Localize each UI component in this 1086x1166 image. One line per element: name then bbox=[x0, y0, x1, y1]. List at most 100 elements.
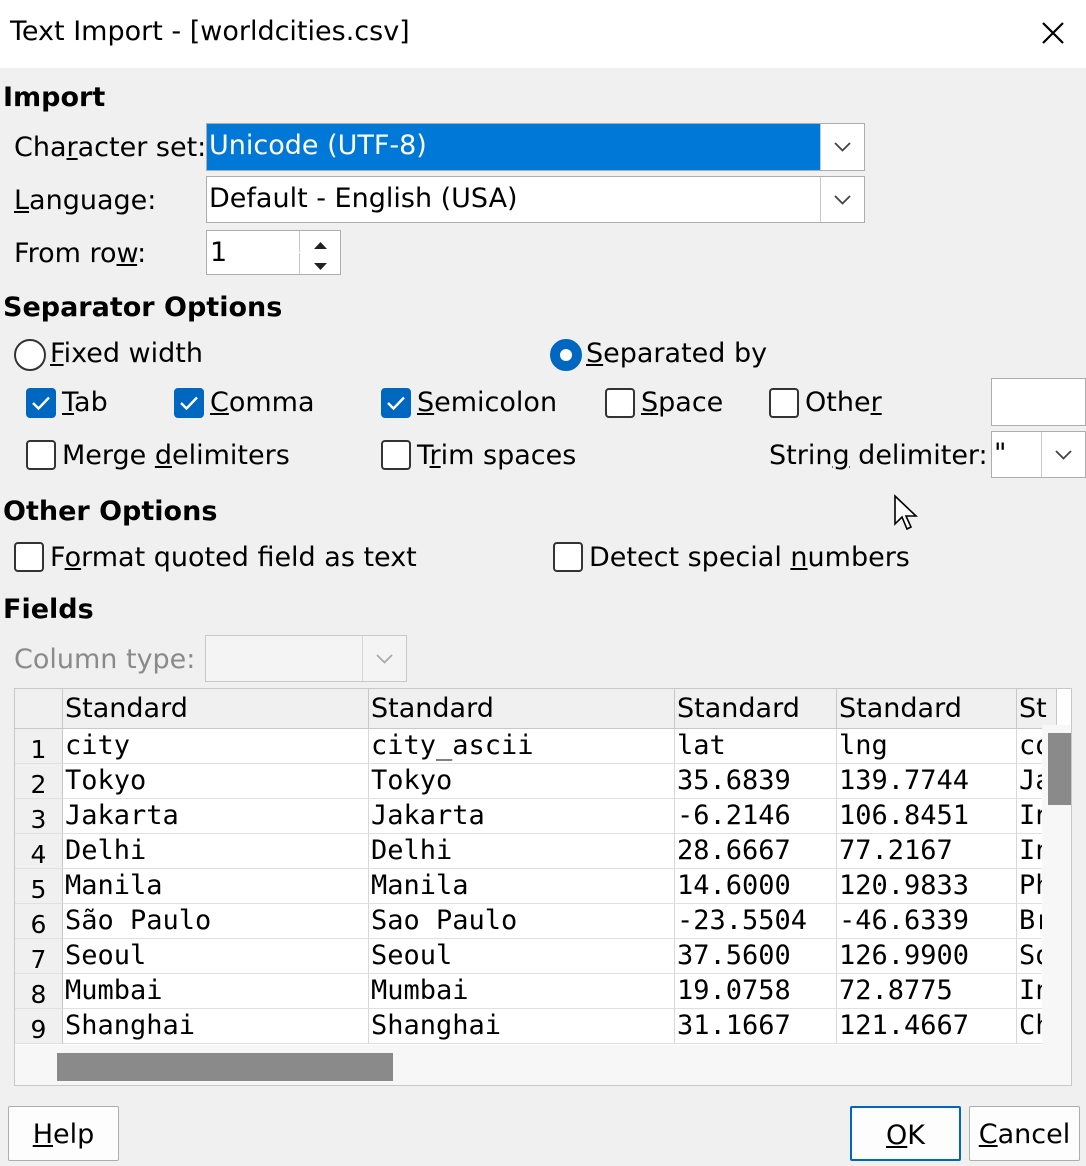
language-label: Language: bbox=[14, 185, 157, 216]
column-type-dropdown[interactable] bbox=[205, 635, 407, 682]
other-input[interactable] bbox=[991, 378, 1086, 426]
grid-cell[interactable]: 35.6839 bbox=[675, 764, 837, 799]
separated-by-radio[interactable] bbox=[550, 339, 582, 371]
grid-cell[interactable]: Seoul bbox=[369, 939, 675, 974]
grid-cell[interactable]: 14.6000 bbox=[675, 869, 837, 904]
language-value: Default - English (USA) bbox=[209, 183, 518, 214]
trim-spaces-label[interactable]: Trim spaces bbox=[417, 440, 576, 471]
grid-cell[interactable]: Mumbai bbox=[63, 974, 369, 1009]
grid-cell[interactable]: city bbox=[63, 729, 369, 764]
row-number: 2 bbox=[15, 764, 63, 799]
other-label[interactable]: Other bbox=[805, 387, 882, 418]
grid-cell[interactable]: Manila bbox=[369, 869, 675, 904]
tab-checkbox[interactable] bbox=[26, 388, 56, 418]
vertical-scroll-thumb[interactable] bbox=[1048, 733, 1071, 805]
horizontal-scroll-thumb[interactable] bbox=[57, 1053, 393, 1081]
vertical-scrollbar[interactable] bbox=[1042, 725, 1071, 1045]
string-delimiter-dropdown-button[interactable] bbox=[1041, 432, 1085, 477]
language-dropdown-button[interactable] bbox=[820, 177, 864, 222]
other-checkbox[interactable] bbox=[769, 388, 799, 418]
grid-cell[interactable]: Jakarta bbox=[369, 799, 675, 834]
merge-delimiters-checkbox[interactable] bbox=[26, 440, 56, 470]
string-delimiter-dropdown[interactable]: " bbox=[991, 431, 1086, 478]
ok-button[interactable]: OK bbox=[850, 1106, 961, 1161]
grid-cell[interactable]: 77.2167 bbox=[837, 834, 1017, 869]
string-delimiter-value: " bbox=[994, 438, 1007, 469]
format-quoted-checkbox[interactable] bbox=[14, 542, 44, 572]
column-header[interactable]: Standard bbox=[369, 689, 675, 729]
grid-cell[interactable]: 19.0758 bbox=[675, 974, 837, 1009]
charset-dropdown[interactable]: Unicode (UTF-8) bbox=[206, 123, 865, 171]
column-header[interactable]: Standard bbox=[63, 689, 369, 729]
checkmark-icon bbox=[387, 396, 405, 411]
column-type-label: Column type: bbox=[14, 644, 196, 675]
grid-cell[interactable]: 72.8775 bbox=[837, 974, 1017, 1009]
grid-cell[interactable]: lng bbox=[837, 729, 1017, 764]
horizontal-scrollbar[interactable] bbox=[15, 1045, 1071, 1085]
grid-cell[interactable]: Tokyo bbox=[63, 764, 369, 799]
data-preview-grid[interactable]: Standard Standard Standard Standard St 1 city c… bbox=[14, 688, 1072, 1086]
grid-cell[interactable]: Seoul bbox=[63, 939, 369, 974]
semicolon-checkbox[interactable] bbox=[381, 388, 411, 418]
grid-cell[interactable]: lat bbox=[675, 729, 837, 764]
grid-cell[interactable]: 106.8451 bbox=[837, 799, 1017, 834]
grid-cell[interactable]: 121.4667 bbox=[837, 1009, 1017, 1044]
language-dropdown[interactable]: Default - English (USA) bbox=[206, 176, 865, 223]
fromrow-spinner[interactable]: 1 bbox=[206, 230, 341, 275]
grid-cell[interactable]: 37.5600 bbox=[675, 939, 837, 974]
grid-cell[interactable]: Jakarta bbox=[63, 799, 369, 834]
charset-dropdown-button[interactable] bbox=[820, 124, 864, 170]
import-heading: Import bbox=[3, 82, 106, 113]
grid-cell[interactable]: -6.2146 bbox=[675, 799, 837, 834]
grid-cell[interactable]: Shanghai bbox=[369, 1009, 675, 1044]
detect-special-label[interactable]: Detect special numbers bbox=[589, 542, 910, 573]
column-header[interactable]: St bbox=[1017, 689, 1057, 729]
row-number: 6 bbox=[15, 904, 63, 939]
space-checkbox[interactable] bbox=[605, 388, 635, 418]
tab-label[interactable]: Tab bbox=[62, 387, 108, 418]
merge-delimiters-label[interactable]: Merge delimiters bbox=[62, 440, 290, 471]
grid-cell[interactable]: -23.5504 bbox=[675, 904, 837, 939]
mouse-cursor-icon bbox=[894, 494, 918, 531]
grid-cell[interactable]: 28.6667 bbox=[675, 834, 837, 869]
fixed-width-label[interactable]: Fixed width bbox=[50, 338, 203, 369]
grid-cell[interactable]: Tokyo bbox=[369, 764, 675, 799]
window-title: Text Import - [worldcities.csv] bbox=[10, 16, 410, 47]
grid-cell[interactable]: -46.6339 bbox=[837, 904, 1017, 939]
grid-cell[interactable]: 120.9833 bbox=[837, 869, 1017, 904]
grid-cell[interactable]: Manila bbox=[63, 869, 369, 904]
row-number: 8 bbox=[15, 974, 63, 1009]
comma-label[interactable]: Comma bbox=[210, 387, 315, 418]
spin-up-button[interactable] bbox=[299, 231, 341, 252]
help-button[interactable]: Help bbox=[8, 1106, 119, 1161]
column-type-dropdown-button[interactable] bbox=[362, 636, 406, 681]
grid-cell[interactable]: Delhi bbox=[369, 834, 675, 869]
grid-cell[interactable]: 126.9900 bbox=[837, 939, 1017, 974]
space-label[interactable]: Space bbox=[641, 387, 723, 418]
other-options-heading: Other Options bbox=[3, 496, 218, 527]
cancel-button[interactable]: Cancel bbox=[969, 1106, 1080, 1161]
row-number: 1 bbox=[15, 729, 63, 764]
trim-spaces-checkbox[interactable] bbox=[381, 440, 411, 470]
spin-down-button[interactable] bbox=[299, 253, 341, 274]
grid-cell[interactable]: Mumbai bbox=[369, 974, 675, 1009]
column-header[interactable]: Standard bbox=[837, 689, 1017, 729]
separated-by-label[interactable]: Separated by bbox=[586, 338, 767, 369]
grid-cell[interactable]: Delhi bbox=[63, 834, 369, 869]
grid-cell[interactable]: Sao Paulo bbox=[369, 904, 675, 939]
grid-cell[interactable]: Shanghai bbox=[63, 1009, 369, 1044]
grid-cell[interactable]: city_ascii bbox=[369, 729, 675, 764]
detect-special-checkbox[interactable] bbox=[553, 542, 583, 572]
semicolon-label[interactable]: Semicolon bbox=[417, 387, 557, 418]
format-quoted-label[interactable]: Format quoted field as text bbox=[50, 542, 417, 573]
string-delimiter-label: String delimiter: bbox=[769, 440, 988, 471]
chevron-down-icon bbox=[834, 195, 851, 205]
grid-cell[interactable]: 139.7744 bbox=[837, 764, 1017, 799]
grid-cell[interactable]: 31.1667 bbox=[675, 1009, 837, 1044]
charset-value: Unicode (UTF-8) bbox=[209, 130, 427, 161]
close-icon[interactable] bbox=[1038, 16, 1068, 50]
grid-cell[interactable]: São Paulo bbox=[63, 904, 369, 939]
comma-checkbox[interactable] bbox=[174, 388, 204, 418]
column-header[interactable]: Standard bbox=[675, 689, 837, 729]
fixed-width-radio[interactable] bbox=[14, 339, 46, 371]
